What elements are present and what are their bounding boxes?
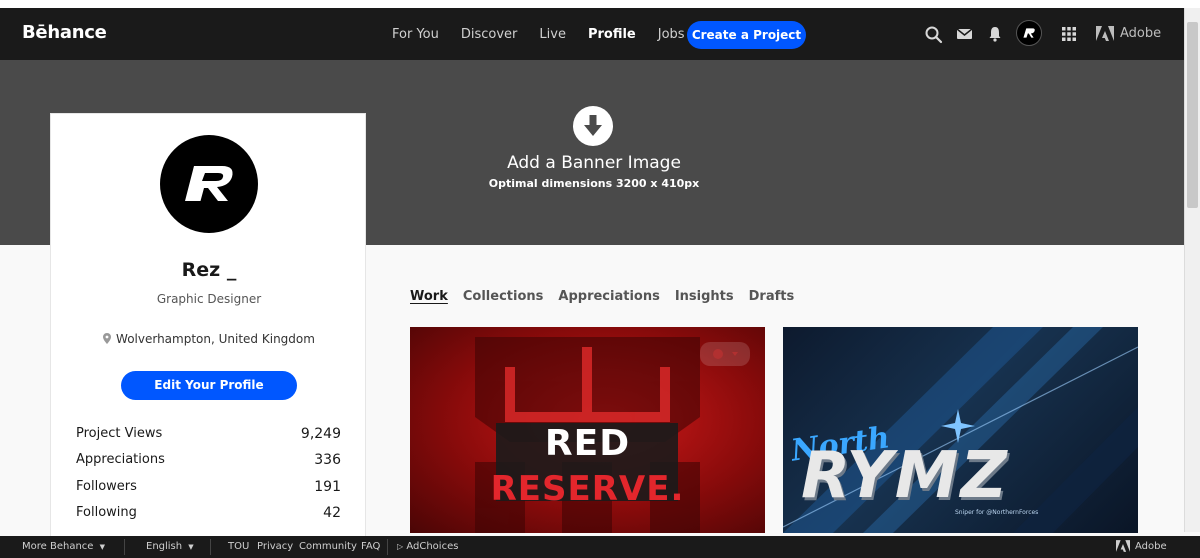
top-strip xyxy=(0,0,1200,8)
nav-link-profile[interactable]: Profile xyxy=(588,27,636,42)
edit-profile-button[interactable]: Edit Your Profile xyxy=(121,371,297,400)
adobe-link[interactable]: Adobe xyxy=(1096,26,1161,41)
stat-value: 336 xyxy=(314,452,341,469)
footer-link-community[interactable]: Community xyxy=(299,541,357,552)
nav-link-for-you[interactable]: For You xyxy=(392,27,439,42)
nav-link-live[interactable]: Live xyxy=(539,27,566,42)
scrollbar-thumb[interactable] xyxy=(1187,22,1198,208)
stat-value: 9,249 xyxy=(300,426,341,442)
footer-link-tou[interactable]: TOU xyxy=(228,541,249,552)
stat-label: Project Views xyxy=(76,426,163,441)
top-navbar: Bēhance For You Discover Live Profile Jo… xyxy=(0,8,1184,60)
project-settings-button[interactable] xyxy=(700,342,750,366)
profile-tabs: Work Collections Appreciations Insights … xyxy=(410,289,809,304)
stat-value: 191 xyxy=(314,478,341,495)
adchoices-label: AdChoices xyxy=(406,541,459,552)
footer-divider xyxy=(387,539,388,555)
messages-icon[interactable] xyxy=(955,23,975,45)
adobe-logo-icon xyxy=(1116,540,1130,552)
stat-value: 42 xyxy=(323,504,341,521)
location-text: Wolverhampton, United Kingdom xyxy=(116,332,315,346)
adchoices-link[interactable]: ▷ AdChoices xyxy=(397,541,458,552)
behance-logo[interactable]: Bēhance xyxy=(22,22,107,43)
tab-insights[interactable]: Insights xyxy=(675,289,734,304)
user-avatar-small[interactable] xyxy=(1016,20,1042,46)
stat-project-views: Project Views 9,249 xyxy=(76,426,341,452)
search-icon[interactable] xyxy=(924,23,944,45)
stat-following[interactable]: Following 42 xyxy=(76,505,341,531)
chevron-down-icon: ▼ xyxy=(99,543,106,551)
stat-appreciations: Appreciations 336 xyxy=(76,452,341,478)
project-title-word2: RYMZ xyxy=(801,439,1009,513)
profile-stats: Project Views 9,249 Appreciations 336 Fo… xyxy=(76,426,341,531)
project-caption: Sniper for @NorthernForces xyxy=(955,509,1039,516)
footer-divider xyxy=(210,539,211,555)
adobe-label: Adobe xyxy=(1120,26,1162,41)
nav-link-jobs[interactable]: Jobs xyxy=(658,27,685,42)
project-title-line1: RED xyxy=(544,423,631,464)
footer-divider xyxy=(124,539,125,555)
tab-appreciations[interactable]: Appreciations xyxy=(558,289,659,304)
language-dropdown[interactable]: English ▼ xyxy=(146,541,194,552)
tab-collections[interactable]: Collections xyxy=(463,289,544,304)
project-card-north-rymz[interactable]: North RYMZ Sniper for @NorthernForces xyxy=(783,327,1138,533)
location-pin-icon xyxy=(103,333,112,344)
tab-drafts[interactable]: Drafts xyxy=(749,289,795,304)
profile-card: Rez _ Graphic Designer Wolverhampton, Un… xyxy=(50,113,366,553)
download-arrow-icon[interactable] xyxy=(573,106,613,146)
footer-bar: More Behance ▼ English ▼ TOU Privacy Com… xyxy=(0,536,1200,558)
stat-label: Followers xyxy=(76,478,137,494)
language-label: English xyxy=(146,541,183,552)
gear-icon xyxy=(713,349,723,359)
footer-link-privacy[interactable]: Privacy xyxy=(257,541,293,552)
stat-label: Following xyxy=(76,504,137,520)
nav-link-discover[interactable]: Discover xyxy=(461,27,518,42)
apps-grid-icon[interactable] xyxy=(1059,23,1079,45)
notifications-bell-icon[interactable] xyxy=(985,23,1005,45)
project-title-line2: RESERVE. xyxy=(490,469,685,509)
adchoices-icon: ▷ xyxy=(397,542,404,551)
footer-link-faq[interactable]: FAQ xyxy=(361,541,380,552)
profile-name: Rez _ xyxy=(181,259,237,281)
stat-label: Appreciations xyxy=(76,452,165,468)
stat-followers[interactable]: Followers 191 xyxy=(76,479,341,505)
profile-location[interactable]: Wolverhampton, United Kingdom xyxy=(51,332,367,346)
chevron-down-icon: ▼ xyxy=(188,543,194,551)
adobe-logo-icon xyxy=(1096,26,1114,41)
footer-adobe-link[interactable]: Adobe xyxy=(1116,540,1167,552)
profile-occupation: Graphic Designer xyxy=(156,292,262,306)
tab-work[interactable]: Work xyxy=(410,289,448,304)
project-card-red-reserve[interactable]: RED RESERVE. xyxy=(410,327,765,533)
more-behance-dropdown[interactable]: More Behance ▼ xyxy=(22,541,105,552)
footer-adobe-label: Adobe xyxy=(1135,540,1167,552)
create-project-button[interactable]: Create a Project xyxy=(687,21,806,49)
profile-avatar[interactable] xyxy=(160,135,258,233)
more-behance-label: More Behance xyxy=(22,541,94,552)
page-scrollbar[interactable] xyxy=(1184,8,1200,532)
nav-links: For You Discover Live Profile Jobs xyxy=(392,27,707,42)
